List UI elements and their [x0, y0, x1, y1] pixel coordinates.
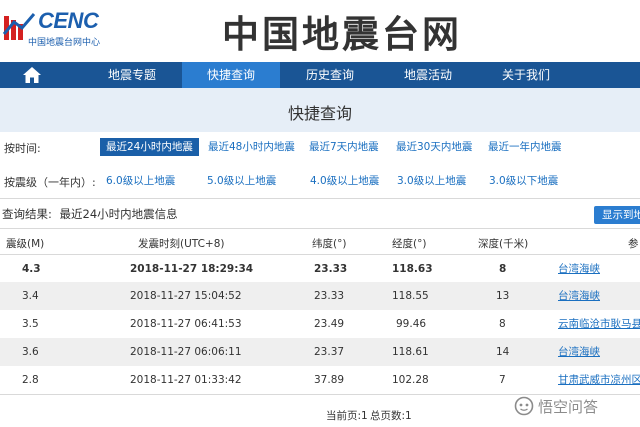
table-row: 4.3 2018-11-27 18:29:34 23.33 118.63 8 台…: [0, 254, 640, 282]
filter-mag-5-plus[interactable]: 5.0级以上地震: [207, 172, 276, 190]
cell-time: 2018-11-27 06:06:11: [130, 346, 242, 358]
time-filter-label: 按时间:: [4, 142, 41, 155]
result-label-prefix: 查询结果:: [2, 207, 52, 221]
cell-longitude: 118.63: [392, 263, 433, 275]
pager-total-pages: 总页数:1: [370, 410, 412, 422]
page-title-band: 快捷查询: [0, 88, 640, 132]
cell-depth: 7: [499, 374, 506, 386]
cell-time: 2018-11-27 01:33:42: [130, 374, 242, 386]
logo-text: CENC: [38, 8, 99, 33]
cell-time: 2018-11-27 18:29:34: [130, 263, 254, 275]
filter-mag-6-plus[interactable]: 6.0级以上地震: [106, 172, 175, 190]
cell-magnitude: 3.4: [22, 290, 39, 302]
filter-mag-below-3[interactable]: 3.0级以下地震: [489, 172, 558, 190]
nav-item-topics[interactable]: 地震专题: [82, 62, 182, 88]
nav-item-history-query[interactable]: 历史查询: [280, 62, 380, 88]
cell-time: 2018-11-27 15:04:52: [130, 290, 242, 302]
logo-subtitle: 中国地震台网中心: [28, 38, 101, 48]
nav-item-seismic-activity[interactable]: 地震活动: [380, 62, 476, 88]
nav-item-about-us[interactable]: 关于我们: [476, 62, 576, 88]
cell-longitude: 102.28: [392, 374, 429, 386]
col-header-magnitude: 震级(M): [6, 238, 45, 250]
filter-last-30d[interactable]: 最近30天内地震: [396, 138, 472, 156]
table-row: 3.5 2018-11-27 06:41:53 23.49 99.46 8 云南…: [0, 310, 640, 338]
cell-location-link[interactable]: 云南临沧市耿马县: [558, 310, 640, 338]
cell-latitude: 23.33: [314, 290, 345, 302]
page-title: 快捷查询: [287, 104, 352, 123]
col-header-latitude: 纬度(°): [312, 238, 347, 250]
pager-current-page: 当前页:1: [326, 410, 368, 422]
table-row: 2.8 2018-11-27 01:33:42 37.89 102.28 7 甘…: [0, 366, 640, 394]
col-header-time: 发震时刻(UTC+8): [138, 238, 225, 250]
cell-depth: 8: [499, 263, 507, 275]
cell-time: 2018-11-27 06:41:53: [130, 318, 242, 330]
cell-magnitude: 3.5: [22, 318, 39, 330]
cell-longitude: 118.55: [392, 290, 429, 302]
wukong-logo-icon: [514, 396, 534, 416]
home-icon[interactable]: [22, 66, 42, 84]
col-header-depth: 深度(千米): [478, 238, 529, 250]
watermark: 悟空问答: [514, 394, 640, 418]
result-label-value: 最近24小时内地震信息: [59, 207, 178, 221]
table-row: 3.6 2018-11-27 06:06:11 23.37 118.61 14 …: [0, 338, 640, 366]
cell-latitude: 37.89: [314, 374, 345, 386]
filter-mag-4-plus[interactable]: 4.0级以上地震: [310, 172, 379, 190]
cell-latitude: 23.33: [314, 263, 348, 275]
site-header: CENC 中国地震台网中心 中国地震台网: [0, 0, 640, 62]
site-title: 中国地震台网: [222, 12, 462, 56]
filter-last-24h[interactable]: 最近24小时内地震: [100, 138, 199, 156]
col-header-location: 参: [628, 238, 639, 250]
filter-last-year[interactable]: 最近一年内地震: [488, 138, 562, 156]
result-divider: [0, 228, 640, 229]
table-row: 3.4 2018-11-27 15:04:52 23.33 118.55 13 …: [0, 282, 640, 310]
cenc-logo[interactable]: CENC 中国地震台网中心: [0, 6, 140, 52]
col-header-longitude: 经度(°): [392, 238, 427, 250]
cell-location-link[interactable]: 台湾海峡: [558, 282, 600, 310]
cell-magnitude: 3.6: [22, 346, 39, 358]
cell-depth: 13: [496, 290, 510, 302]
cell-latitude: 23.37: [314, 346, 345, 358]
cell-depth: 14: [496, 346, 510, 358]
watermark-text: 悟空问答: [538, 398, 599, 416]
filter-last-48h[interactable]: 最近48小时内地震: [208, 138, 295, 156]
show-on-map-button[interactable]: 显示到地: [594, 206, 640, 224]
cell-latitude: 23.49: [314, 318, 345, 330]
filter-last-7d[interactable]: 最近7天内地震: [309, 138, 379, 156]
cell-magnitude: 4.3: [22, 263, 41, 275]
cell-magnitude: 2.8: [22, 374, 39, 386]
nav-item-quick-query[interactable]: 快捷查询: [182, 62, 280, 88]
cell-depth: 8: [499, 318, 506, 330]
cell-longitude: 99.46: [396, 318, 427, 330]
cell-location-link[interactable]: 台湾海峡: [558, 255, 600, 283]
page: CENC 中国地震台网中心 中国地震台网 地震专题 快捷查询 历史查询 地震活动…: [0, 0, 640, 427]
main-nav: 地震专题 快捷查询 历史查询 地震活动 关于我们: [0, 62, 640, 88]
magnitude-filter-label: 按震级（一年内）:: [4, 176, 96, 189]
filter-divider: [0, 198, 640, 199]
result-label: 查询结果: 最近24小时内地震信息: [2, 206, 178, 222]
cell-location-link[interactable]: 台湾海峡: [558, 338, 600, 366]
filter-mag-3-plus[interactable]: 3.0级以上地震: [397, 172, 466, 190]
cell-longitude: 118.61: [392, 346, 429, 358]
cell-location-link[interactable]: 甘肃武威市凉州区: [558, 366, 640, 394]
